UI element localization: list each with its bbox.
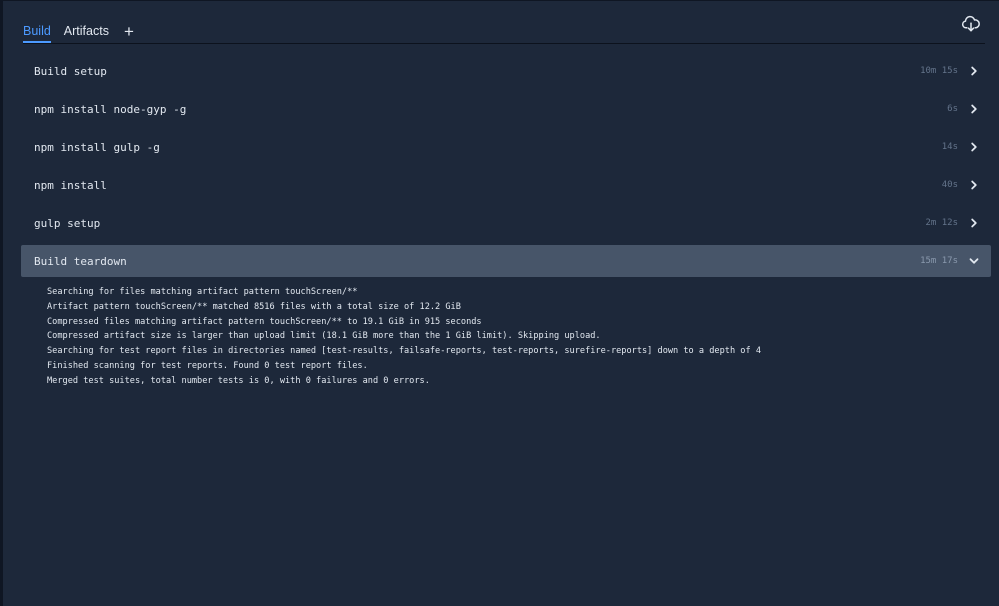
step-title: Build teardown xyxy=(34,254,127,268)
log-line: Compressed artifact size is larger than … xyxy=(47,331,601,342)
step-duration: 40s xyxy=(941,180,958,190)
tab-artifacts[interactable]: Artifacts xyxy=(64,21,109,43)
step-row-expanded[interactable]: Build teardown 15m 17s xyxy=(21,245,991,277)
step-duration: 6s xyxy=(947,104,958,114)
log-line: Artifact pattern touchScreen/** matched … xyxy=(47,301,461,312)
step-row[interactable]: npm install 40s xyxy=(21,169,991,201)
tab-build[interactable]: Build xyxy=(23,21,51,43)
step-row[interactable]: gulp setup 2m 12s xyxy=(21,207,991,239)
step-duration: 15m 17s xyxy=(920,256,958,266)
step-title: npm install gulp -g xyxy=(34,140,160,154)
step-duration: 14s xyxy=(941,142,958,152)
step-row[interactable]: Build setup 10m 15s xyxy=(21,55,991,87)
tab-bar-divider xyxy=(23,43,985,44)
chevron-right-icon[interactable] xyxy=(968,179,980,191)
build-steps-list: Build setup 10m 15s npm install node-gyp… xyxy=(21,55,991,283)
step-duration: 10m 15s xyxy=(920,66,958,76)
cloud-download-icon[interactable] xyxy=(961,14,981,34)
step-log-output: Searching for files matching artifact pa… xyxy=(47,285,761,389)
step-title: npm install node-gyp -g xyxy=(34,102,187,116)
tab-bar: Build Artifacts + xyxy=(23,21,134,43)
log-line: Merged test suites, total number tests i… xyxy=(47,375,430,386)
step-row[interactable]: npm install gulp -g 14s xyxy=(21,131,991,163)
chevron-right-icon[interactable] xyxy=(968,141,980,153)
add-tab-button[interactable]: + xyxy=(124,23,134,41)
log-line: Compressed files matching artifact patte… xyxy=(47,316,482,327)
step-title: npm install xyxy=(34,178,107,192)
chevron-right-icon[interactable] xyxy=(968,103,980,115)
chevron-right-icon[interactable] xyxy=(968,217,980,229)
step-title: Build setup xyxy=(34,64,107,78)
log-line: Searching for files matching artifact pa… xyxy=(47,287,358,297)
step-duration: 2m 12s xyxy=(925,218,958,228)
build-panel: Build Artifacts + Build setup 10m 15s np… xyxy=(0,0,999,606)
chevron-right-icon[interactable] xyxy=(968,65,980,77)
step-title: gulp setup xyxy=(34,216,101,230)
log-line: Finished scanning for test reports. Foun… xyxy=(47,360,368,371)
chevron-down-icon[interactable] xyxy=(968,255,980,267)
log-line: Searching for test report files in direc… xyxy=(47,346,761,357)
step-row[interactable]: npm install node-gyp -g 6s xyxy=(21,93,991,125)
